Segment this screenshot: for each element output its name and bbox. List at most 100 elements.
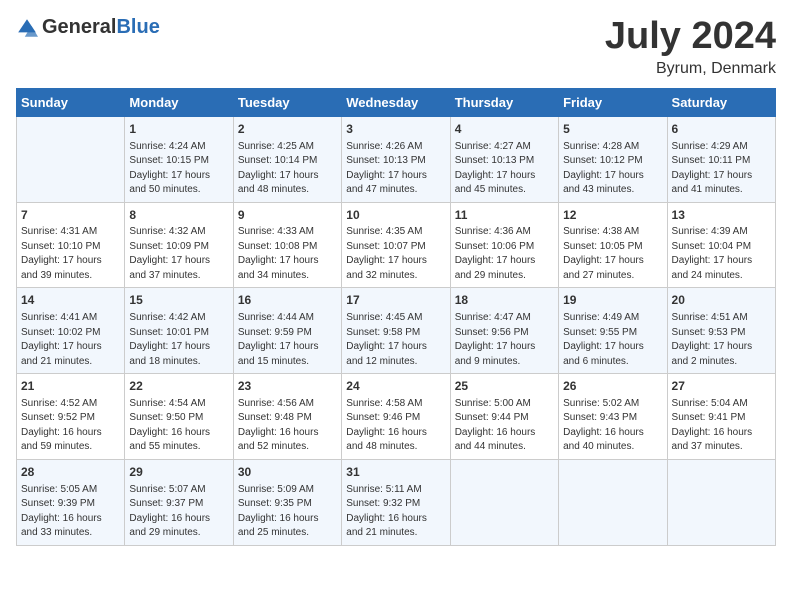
day-info: Sunrise: 4:32 AM Sunset: 10:09 PM Daylig…	[129, 225, 228, 283]
day-info: Sunrise: 4:33 AM Sunset: 10:08 PM Daylig…	[238, 225, 337, 283]
day-info: Sunrise: 4:27 AM Sunset: 10:13 PM Daylig…	[455, 140, 554, 198]
calendar-cell: 10Sunrise: 4:35 AM Sunset: 10:07 PM Dayl…	[342, 202, 450, 288]
day-number: 26	[563, 378, 662, 395]
page-header: GeneralBlue July 2024 Byrum, Denmark	[16, 16, 776, 78]
day-info: Sunrise: 4:25 AM Sunset: 10:14 PM Daylig…	[238, 140, 337, 198]
calendar-cell: 22 Sunrise: 4:54 AM Sunset: 9:50 PM Dayli…	[125, 374, 233, 460]
calendar-cell	[667, 459, 775, 545]
day-info: Sunrise: 4:39 AM Sunset: 10:04 PM Daylig…	[672, 225, 771, 283]
day-number: 6	[672, 121, 771, 138]
calendar-cell: 29 Sunrise: 5:07 AM Sunset: 9:37 PM Dayli…	[125, 459, 233, 545]
calendar-cell: 9Sunrise: 4:33 AM Sunset: 10:08 PM Dayli…	[233, 202, 341, 288]
calendar-cell: 14 Sunrise: 4:41 AM Sunset: 10:02 PM Dayl…	[17, 288, 125, 374]
calendar-cell: 5 Sunrise: 4:28 AM Sunset: 10:12 PM Dayli…	[559, 116, 667, 202]
calendar-table: SundayMondayTuesdayWednesdayThursdayFrid…	[16, 88, 776, 546]
day-number: 15	[129, 292, 228, 309]
calendar-cell: 15 Sunrise: 4:42 AM Sunset: 10:01 PM Dayl…	[125, 288, 233, 374]
day-number: 16	[238, 292, 337, 309]
calendar-cell: 12Sunrise: 4:38 AM Sunset: 10:05 PM Dayl…	[559, 202, 667, 288]
calendar-cell: 23 Sunrise: 4:56 AM Sunset: 9:48 PM Dayli…	[233, 374, 341, 460]
day-info: Sunrise: 5:09 AM Sunset: 9:35 PM Dayligh…	[238, 483, 337, 541]
day-of-week-header: Monday	[125, 88, 233, 116]
day-number: 19	[563, 292, 662, 309]
calendar-cell: 24Sunrise: 4:58 AM Sunset: 9:46 PM Dayli…	[342, 374, 450, 460]
calendar-cell: 16 Sunrise: 4:44 AM Sunset: 9:59 PM Dayli…	[233, 288, 341, 374]
day-of-week-header: Tuesday	[233, 88, 341, 116]
calendar-week-row: 1 Sunrise: 4:24 AM Sunset: 10:15 PM Dayli…	[17, 116, 776, 202]
day-number: 3	[346, 121, 445, 138]
day-number: 5	[563, 121, 662, 138]
day-info: Sunrise: 4:52 AM Sunset: 9:52 PM Dayligh…	[21, 397, 120, 455]
day-of-week-header: Sunday	[17, 88, 125, 116]
calendar-cell: 19 Sunrise: 4:49 AM Sunset: 9:55 PM Dayli…	[559, 288, 667, 374]
day-info: Sunrise: 5:02 AM Sunset: 9:43 PM Dayligh…	[563, 397, 662, 455]
day-number: 28	[21, 464, 120, 481]
title-area: July 2024 Byrum, Denmark	[605, 16, 776, 78]
day-info: Sunrise: 5:00 AM Sunset: 9:44 PM Dayligh…	[455, 397, 554, 455]
day-info: Sunrise: 4:47 AM Sunset: 9:56 PM Dayligh…	[455, 311, 554, 369]
day-info: Sunrise: 5:07 AM Sunset: 9:37 PM Dayligh…	[129, 483, 228, 541]
day-number: 7	[21, 207, 120, 224]
month-title: July 2024	[605, 16, 776, 58]
calendar-cell: 2Sunrise: 4:25 AM Sunset: 10:14 PM Dayli…	[233, 116, 341, 202]
day-info: Sunrise: 5:11 AM Sunset: 9:32 PM Dayligh…	[346, 483, 445, 541]
calendar-cell: 4 Sunrise: 4:27 AM Sunset: 10:13 PM Dayli…	[450, 116, 558, 202]
calendar-cell	[559, 459, 667, 545]
day-info: Sunrise: 4:56 AM Sunset: 9:48 PM Dayligh…	[238, 397, 337, 455]
day-number: 12	[563, 207, 662, 224]
calendar-cell: 28 Sunrise: 5:05 AM Sunset: 9:39 PM Dayli…	[17, 459, 125, 545]
calendar-cell: 25 Sunrise: 5:00 AM Sunset: 9:44 PM Dayli…	[450, 374, 558, 460]
calendar-header-row: SundayMondayTuesdayWednesdayThursdayFrid…	[17, 88, 776, 116]
day-number: 21	[21, 378, 120, 395]
day-number: 17	[346, 292, 445, 309]
calendar-cell: 1 Sunrise: 4:24 AM Sunset: 10:15 PM Dayli…	[125, 116, 233, 202]
day-number: 13	[672, 207, 771, 224]
calendar-cell: 3 Sunrise: 4:26 AM Sunset: 10:13 PM Dayli…	[342, 116, 450, 202]
calendar-cell: 18Sunrise: 4:47 AM Sunset: 9:56 PM Dayli…	[450, 288, 558, 374]
day-info: Sunrise: 4:44 AM Sunset: 9:59 PM Dayligh…	[238, 311, 337, 369]
day-number: 20	[672, 292, 771, 309]
calendar-cell: 17 Sunrise: 4:45 AM Sunset: 9:58 PM Dayli…	[342, 288, 450, 374]
calendar-cell: 8Sunrise: 4:32 AM Sunset: 10:09 PM Dayli…	[125, 202, 233, 288]
calendar-cell: 20 Sunrise: 4:51 AM Sunset: 9:53 PM Dayli…	[667, 288, 775, 374]
day-number: 22	[129, 378, 228, 395]
day-info: Sunrise: 4:29 AM Sunset: 10:11 PM Daylig…	[672, 140, 771, 198]
day-info: Sunrise: 4:24 AM Sunset: 10:15 PM Daylig…	[129, 140, 228, 198]
day-number: 30	[238, 464, 337, 481]
calendar-cell: 26 Sunrise: 5:02 AM Sunset: 9:43 PM Dayli…	[559, 374, 667, 460]
calendar-cell: 6 Sunrise: 4:29 AM Sunset: 10:11 PM Dayli…	[667, 116, 775, 202]
day-number: 23	[238, 378, 337, 395]
day-number: 4	[455, 121, 554, 138]
day-number: 24	[346, 378, 445, 395]
day-info: Sunrise: 4:35 AM Sunset: 10:07 PM Daylig…	[346, 225, 445, 283]
day-info: Sunrise: 4:51 AM Sunset: 9:53 PM Dayligh…	[672, 311, 771, 369]
location-title: Byrum, Denmark	[605, 60, 776, 78]
calendar-cell: 13Sunrise: 4:39 AM Sunset: 10:04 PM Dayl…	[667, 202, 775, 288]
day-number: 14	[21, 292, 120, 309]
day-of-week-header: Thursday	[450, 88, 558, 116]
day-info: Sunrise: 4:54 AM Sunset: 9:50 PM Dayligh…	[129, 397, 228, 455]
day-of-week-header: Friday	[559, 88, 667, 116]
day-number: 8	[129, 207, 228, 224]
calendar-week-row: 14 Sunrise: 4:41 AM Sunset: 10:02 PM Dayl…	[17, 288, 776, 374]
day-info: Sunrise: 4:28 AM Sunset: 10:12 PM Daylig…	[563, 140, 662, 198]
day-number: 1	[129, 121, 228, 138]
logo-text: GeneralBlue	[42, 16, 160, 39]
day-info: Sunrise: 4:42 AM Sunset: 10:01 PM Daylig…	[129, 311, 228, 369]
day-number: 10	[346, 207, 445, 224]
day-number: 25	[455, 378, 554, 395]
day-info: Sunrise: 4:45 AM Sunset: 9:58 PM Dayligh…	[346, 311, 445, 369]
day-of-week-header: Saturday	[667, 88, 775, 116]
calendar-cell	[17, 116, 125, 202]
day-info: Sunrise: 4:26 AM Sunset: 10:13 PM Daylig…	[346, 140, 445, 198]
calendar-cell: 7Sunrise: 4:31 AM Sunset: 10:10 PM Dayli…	[17, 202, 125, 288]
day-info: Sunrise: 5:05 AM Sunset: 9:39 PM Dayligh…	[21, 483, 120, 541]
day-number: 29	[129, 464, 228, 481]
day-info: Sunrise: 4:49 AM Sunset: 9:55 PM Dayligh…	[563, 311, 662, 369]
calendar-week-row: 7Sunrise: 4:31 AM Sunset: 10:10 PM Dayli…	[17, 202, 776, 288]
day-info: Sunrise: 4:41 AM Sunset: 10:02 PM Daylig…	[21, 311, 120, 369]
logo: GeneralBlue	[16, 16, 160, 39]
calendar-body: 1 Sunrise: 4:24 AM Sunset: 10:15 PM Dayli…	[17, 116, 776, 545]
day-info: Sunrise: 5:04 AM Sunset: 9:41 PM Dayligh…	[672, 397, 771, 455]
day-number: 9	[238, 207, 337, 224]
